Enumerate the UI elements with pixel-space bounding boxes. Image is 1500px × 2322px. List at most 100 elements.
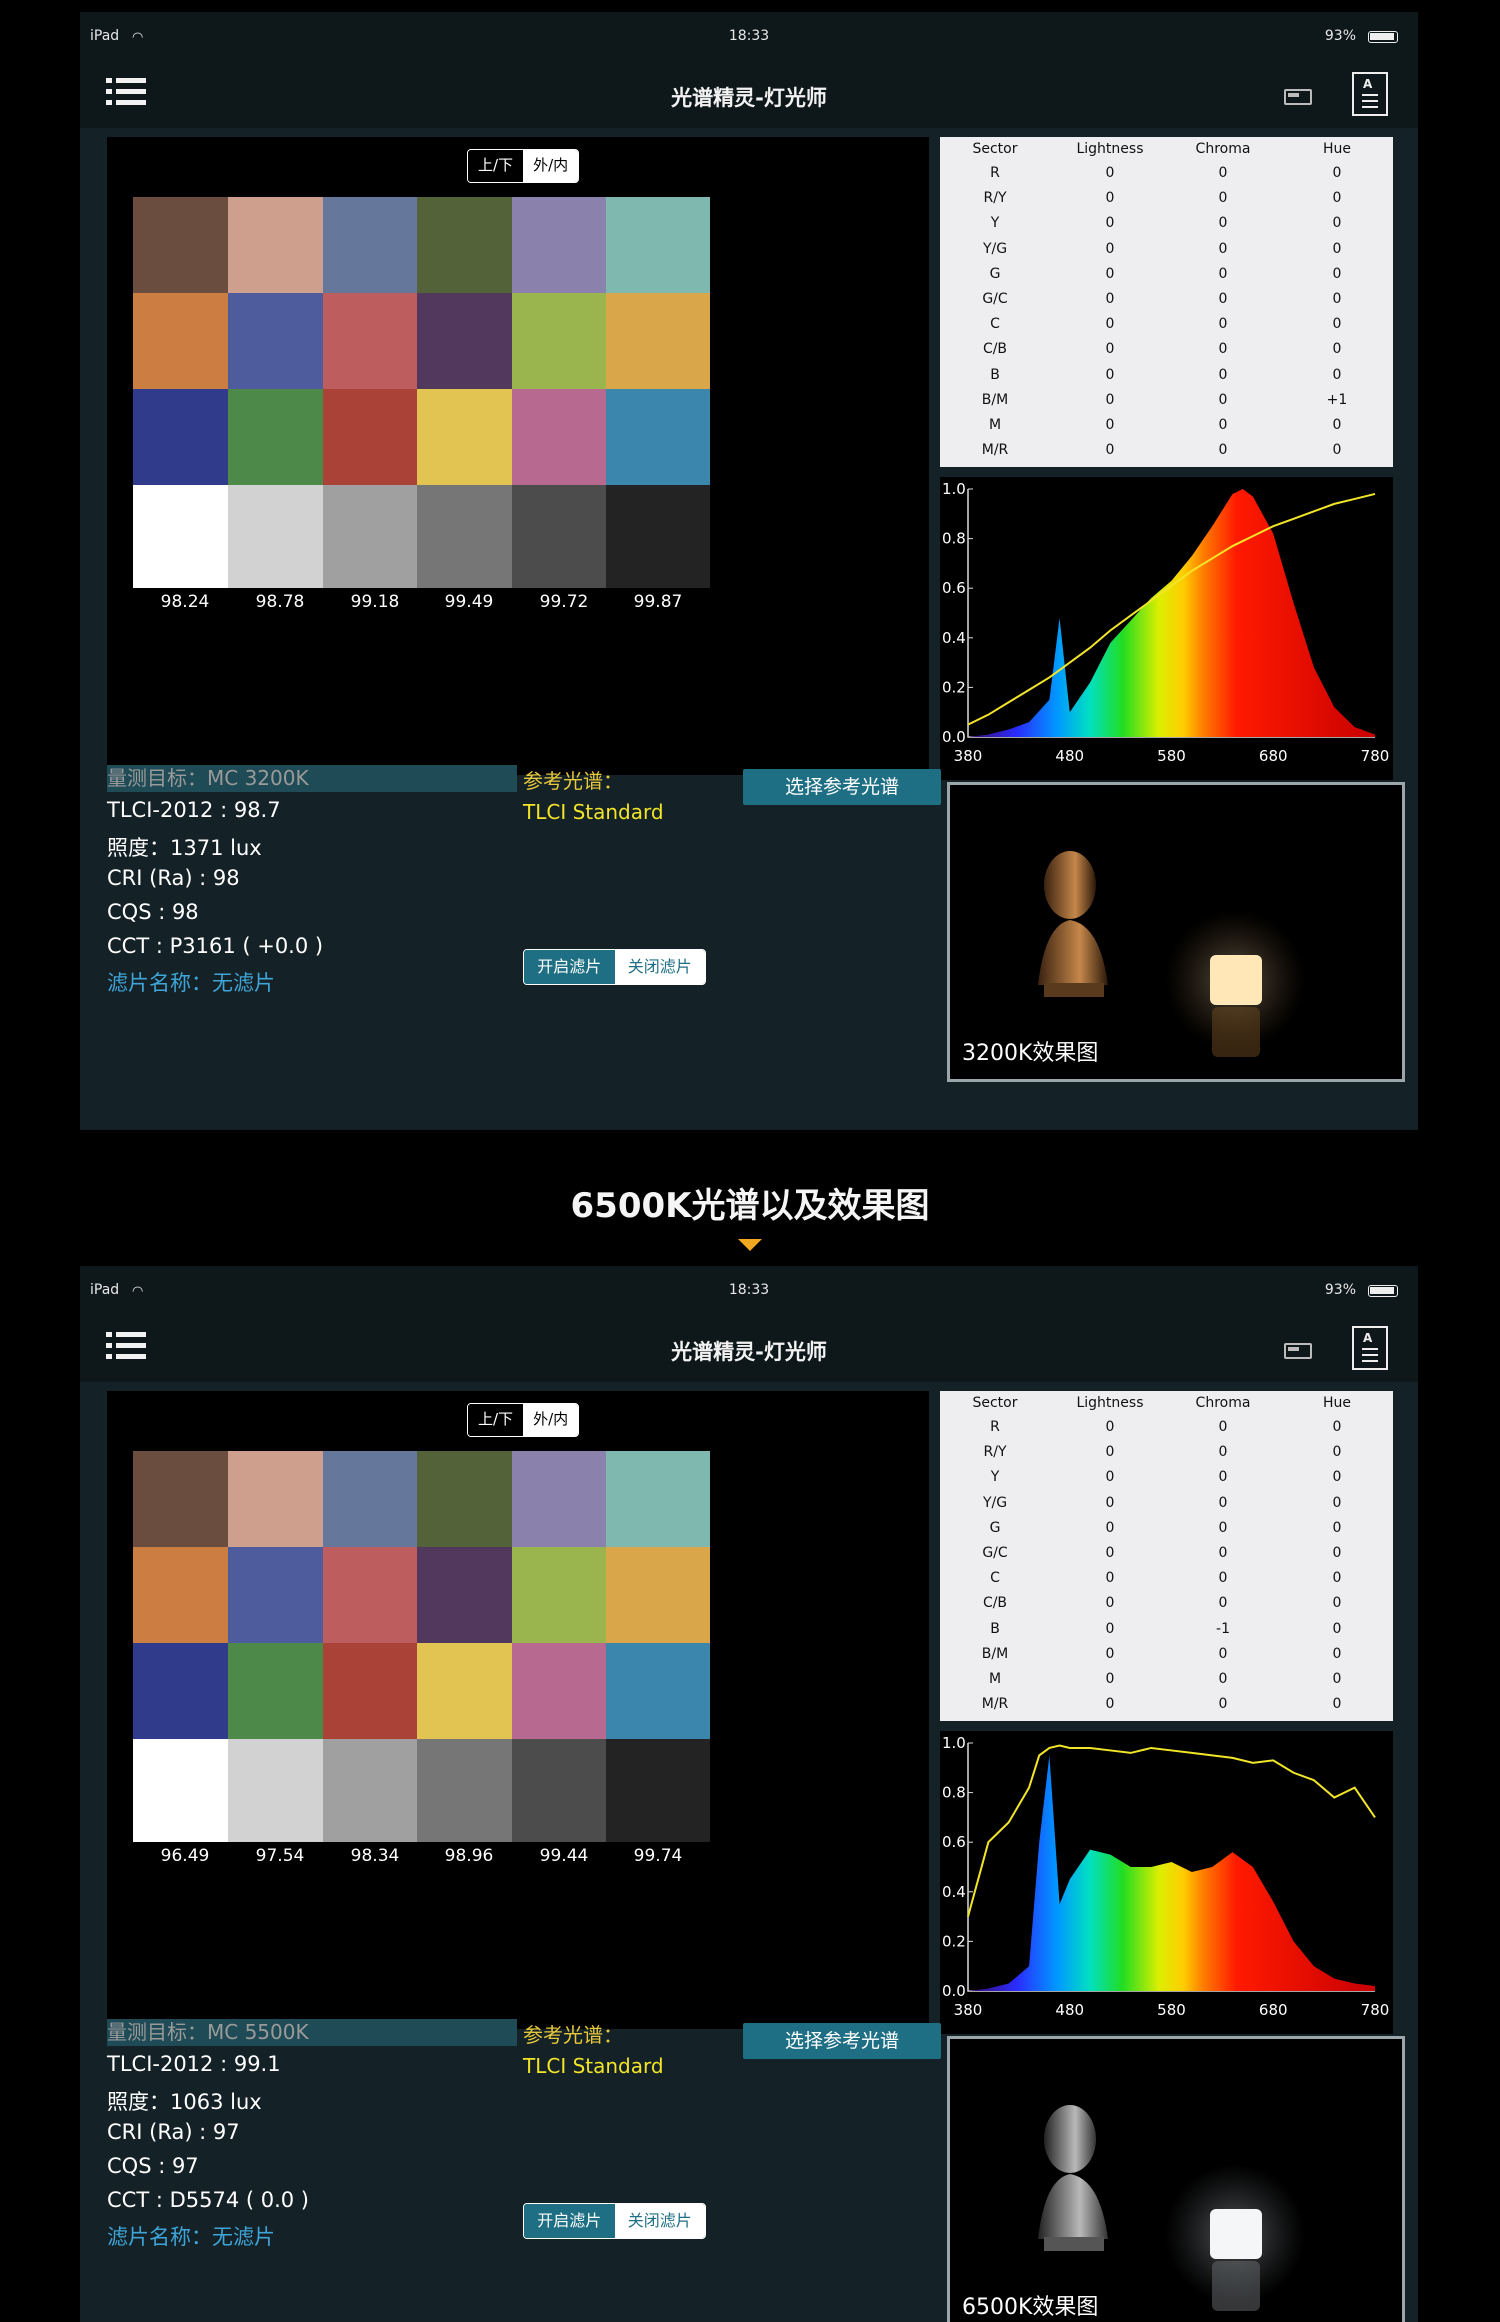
- color-swatch[interactable]: [417, 197, 521, 300]
- table-cell: 0: [1218, 1645, 1228, 1662]
- ref-spectrum-label: 参考光谱：: [523, 769, 623, 793]
- color-swatch[interactable]: [323, 293, 427, 396]
- color-swatch[interactable]: [417, 389, 521, 492]
- color-swatch[interactable]: [133, 1547, 237, 1650]
- color-swatch[interactable]: [417, 1643, 521, 1746]
- status-bar: iPad ◠ 18:33 93%: [80, 1266, 1418, 1322]
- filter-toggle[interactable]: 开启滤片 关闭滤片: [523, 2203, 706, 2239]
- color-swatch[interactable]: [417, 1739, 521, 1842]
- color-swatch[interactable]: [133, 389, 237, 492]
- color-swatch[interactable]: [606, 293, 710, 396]
- table-cell: 0: [1105, 1570, 1115, 1587]
- filter-on-button[interactable]: 开启滤片: [524, 2204, 615, 2238]
- color-swatch[interactable]: [512, 1643, 616, 1746]
- color-swatch[interactable]: [228, 389, 332, 492]
- color-swatch[interactable]: [133, 1739, 237, 1842]
- lux-value: 照度：1371 lux: [107, 836, 262, 860]
- color-swatch[interactable]: [323, 389, 427, 492]
- sector-name: R: [990, 165, 1000, 181]
- table-header: Sector: [972, 1395, 1018, 1411]
- table-cell: 0: [1105, 240, 1115, 257]
- cct-value: CCT : P3161 ( +0.0 ): [107, 934, 324, 958]
- sector-name: Y: [990, 215, 1000, 232]
- color-swatch[interactable]: [606, 1643, 710, 1746]
- color-swatch[interactable]: [323, 1739, 427, 1842]
- report-icon[interactable]: A: [1352, 72, 1388, 116]
- color-swatch[interactable]: [417, 293, 521, 396]
- sector-name: Y/G: [982, 1494, 1008, 1511]
- color-swatch[interactable]: [417, 485, 521, 588]
- color-swatch[interactable]: [228, 1451, 332, 1554]
- color-swatch[interactable]: [512, 1547, 616, 1650]
- ref-spectrum-label: 参考光谱：: [523, 2023, 623, 2047]
- cqs-value: CQS : 98: [107, 900, 199, 924]
- spectrum-chart: 1.0 0.8 0.6 0.4 0.2 0.0 380 480 580 680 780: [940, 1731, 1393, 2034]
- cct-value: CCT : D5574 ( 0.0 ): [107, 2188, 310, 2212]
- color-swatch[interactable]: [606, 1739, 710, 1842]
- table-header: Hue: [1322, 1395, 1351, 1411]
- table-cell: 0: [1332, 1696, 1342, 1713]
- down-arrow-icon: [738, 1239, 762, 1251]
- led-light: [1210, 2209, 1262, 2259]
- color-swatch[interactable]: [228, 1643, 332, 1746]
- color-swatch[interactable]: [512, 485, 616, 588]
- y-tick-label: 0.8: [942, 1784, 966, 1802]
- color-swatch[interactable]: [512, 389, 616, 492]
- color-swatch[interactable]: [133, 293, 237, 396]
- color-swatch[interactable]: [606, 389, 710, 492]
- color-swatch[interactable]: [512, 1451, 616, 1554]
- table-cell: 0: [1218, 1419, 1228, 1435]
- filter-on-button[interactable]: 开启滤片: [524, 950, 615, 984]
- table-header: Chroma: [1195, 141, 1251, 157]
- filter-off-button[interactable]: 关闭滤片: [614, 950, 705, 984]
- layout-toggle[interactable]: 上/下 外/内: [467, 149, 580, 183]
- color-swatch[interactable]: [228, 1547, 332, 1650]
- table-cell: 0: [1218, 291, 1228, 307]
- effect-caption: 6500K效果图: [962, 2295, 1099, 2320]
- filter-off-button[interactable]: 关闭滤片: [614, 2204, 705, 2238]
- color-swatch[interactable]: [512, 293, 616, 396]
- select-ref-spectrum-button[interactable]: 选择参考光谱: [743, 769, 941, 805]
- color-swatch[interactable]: [606, 485, 710, 588]
- color-swatch[interactable]: [228, 197, 332, 300]
- color-swatch[interactable]: [133, 485, 237, 588]
- toggle-outin[interactable]: 外/内: [523, 1404, 579, 1436]
- sector-name: M/R: [981, 442, 1009, 459]
- color-swatch[interactable]: [323, 1547, 427, 1650]
- color-swatch[interactable]: [323, 485, 427, 588]
- bust-body: [1038, 2174, 1108, 2239]
- color-swatch[interactable]: [512, 197, 616, 300]
- color-swatch[interactable]: [512, 1739, 616, 1842]
- sector-name: C/B: [982, 1595, 1008, 1612]
- toggle-outin[interactable]: 外/内: [523, 150, 579, 182]
- table-cell: 0: [1332, 1444, 1342, 1461]
- color-swatch[interactable]: [133, 1643, 237, 1746]
- color-swatch[interactable]: [228, 293, 332, 396]
- layout-toggle[interactable]: 上/下 外/内: [467, 1403, 580, 1437]
- color-swatch[interactable]: [417, 1547, 521, 1650]
- color-swatch[interactable]: [323, 1451, 427, 1554]
- device-battery-icon[interactable]: [1284, 89, 1312, 105]
- color-swatch[interactable]: [606, 197, 710, 300]
- color-swatch[interactable]: [417, 1451, 521, 1554]
- filter-toggle[interactable]: 开启滤片 关闭滤片: [523, 949, 706, 985]
- color-swatch[interactable]: [228, 485, 332, 588]
- table-cell: 0: [1105, 1494, 1115, 1511]
- toggle-updown[interactable]: 上/下: [468, 1404, 524, 1436]
- toggle-updown[interactable]: 上/下: [468, 150, 524, 182]
- color-swatch[interactable]: [606, 1547, 710, 1650]
- table-cell: 0: [1332, 1595, 1342, 1612]
- section-heading: 6500K光谱以及效果图: [570, 1186, 930, 1226]
- color-swatch[interactable]: [606, 1451, 710, 1554]
- report-icon[interactable]: A: [1352, 1326, 1388, 1370]
- table-cell: 0: [1218, 442, 1228, 459]
- color-swatch[interactable]: [323, 1643, 427, 1746]
- color-swatch[interactable]: [323, 197, 427, 300]
- color-swatch[interactable]: [133, 1451, 237, 1554]
- select-ref-spectrum-button[interactable]: 选择参考光谱: [743, 2023, 941, 2059]
- measure-target: 量测目标：MC 5500K: [107, 2019, 517, 2046]
- color-swatch[interactable]: [133, 197, 237, 300]
- filter-name: 滤片名称：无滤片: [107, 2225, 275, 2249]
- device-battery-icon[interactable]: [1284, 1343, 1312, 1359]
- color-swatch[interactable]: [228, 1739, 332, 1842]
